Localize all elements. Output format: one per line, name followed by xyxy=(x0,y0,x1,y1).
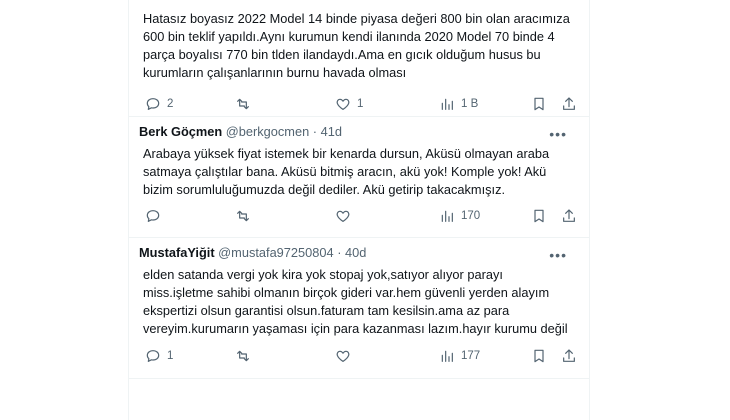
tweet-feed: Hatasız boyasız 2022 Model 14 binde piya… xyxy=(128,0,590,420)
repost-button[interactable] xyxy=(235,207,257,225)
author-handle[interactable]: @mustafa97250804 xyxy=(218,245,333,260)
views-count: 1 B xyxy=(461,98,479,110)
tweet-text: Arabaya yüksek fiyat istemek bir kenarda… xyxy=(143,146,550,197)
tweet-header: MustafaYiğit @mustafa97250804 · 40d ••• xyxy=(139,244,579,264)
share-icon xyxy=(563,209,575,222)
separator-dot: · xyxy=(337,245,342,260)
repost-icon xyxy=(237,350,249,362)
tweet-actions: 170 xyxy=(139,207,579,225)
share-icon xyxy=(563,97,575,110)
heart-icon xyxy=(336,350,350,362)
tweet-time[interactable]: 40d xyxy=(345,245,366,260)
tweet-1[interactable]: Hatasız boyasız 2022 Model 14 binde piya… xyxy=(129,0,589,117)
repost-button[interactable] xyxy=(235,347,257,365)
tweet-header: Berk Göçmen @berkgocmen · 41d ••• xyxy=(139,123,579,143)
separator-dot: · xyxy=(312,124,318,139)
reply-button[interactable]: 2 xyxy=(145,95,173,113)
more-horizontal-icon[interactable]: ••• xyxy=(549,246,567,264)
more-horizontal-icon[interactable]: ••• xyxy=(549,125,567,143)
views-bar-chart-icon xyxy=(441,210,453,222)
bookmark-icon xyxy=(534,349,544,363)
views-button[interactable]: 170 xyxy=(439,207,480,225)
reply-icon xyxy=(146,350,160,362)
tweet-actions: 2 1 1 B xyxy=(139,95,579,113)
tweet-actions: 1 177 xyxy=(139,347,579,365)
like-count: 1 xyxy=(357,98,364,110)
tweet-time[interactable]: 41d xyxy=(321,124,342,139)
reply-icon xyxy=(146,210,160,222)
reply-count: 1 xyxy=(167,350,174,362)
author-handle[interactable]: @berkgocmen xyxy=(226,124,309,139)
bookmark-icon xyxy=(534,97,544,111)
bookmark-button[interactable] xyxy=(531,347,547,365)
tweet-2[interactable]: Berk Göçmen @berkgocmen · 41d ••• Arabay… xyxy=(129,117,589,238)
views-count: 170 xyxy=(461,210,481,222)
views-button[interactable]: 177 xyxy=(439,347,480,365)
bookmark-button[interactable] xyxy=(531,207,547,225)
views-bar-chart-icon xyxy=(441,350,453,362)
tweet-text: Hatasız boyasız 2022 Model 14 binde piya… xyxy=(143,11,570,80)
repost-button[interactable] xyxy=(235,95,257,113)
bookmark-button[interactable] xyxy=(531,95,547,113)
author-name[interactable]: Berk Göçmen xyxy=(139,124,222,139)
reply-count: 2 xyxy=(167,98,174,110)
repost-icon xyxy=(237,98,249,110)
like-button[interactable]: 1 xyxy=(335,95,363,113)
tweet-text: elden satanda vergi yok kira yok stopaj … xyxy=(143,267,568,336)
reply-button[interactable]: 1 xyxy=(145,347,173,365)
reply-icon xyxy=(146,98,160,110)
share-button[interactable] xyxy=(561,207,577,225)
like-button[interactable] xyxy=(335,347,357,365)
views-count: 177 xyxy=(461,350,481,362)
heart-icon xyxy=(336,98,350,110)
share-icon xyxy=(563,349,575,362)
like-button[interactable] xyxy=(335,207,357,225)
heart-icon xyxy=(336,210,350,222)
bookmark-icon xyxy=(534,209,544,223)
author-name[interactable]: MustafaYiğit xyxy=(139,245,215,260)
views-button[interactable]: 1 B xyxy=(439,95,478,113)
tweet-3[interactable]: MustafaYiğit @mustafa97250804 · 40d ••• … xyxy=(129,238,589,379)
share-button[interactable] xyxy=(561,347,577,365)
repost-icon xyxy=(237,210,249,222)
share-button[interactable] xyxy=(561,95,577,113)
reply-button[interactable] xyxy=(145,207,167,225)
views-bar-chart-icon xyxy=(441,98,453,110)
